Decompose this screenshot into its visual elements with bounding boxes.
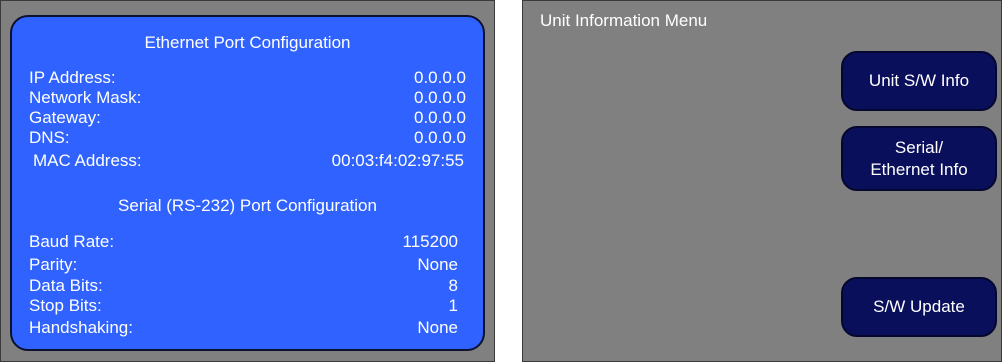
mac-address-row: MAC Address: 00:03:f4:02:97:55 xyxy=(33,151,464,171)
menu-title: Unit Information Menu xyxy=(540,11,708,30)
ethernet-section-title: Ethernet Port Configuration xyxy=(144,33,351,52)
parity-value: None xyxy=(417,255,458,274)
unit-sw-info-label: Unit S/W Info xyxy=(868,71,970,90)
baud-rate-row: Baud Rate: 115200 xyxy=(29,232,458,252)
unit-information-menu-screen: Unit Information Menu Unit S/W Info Seri… xyxy=(522,0,1002,362)
ip-address-label: IP Address: xyxy=(29,68,116,87)
network-mask-row: Network Mask: 0.0.0.0 xyxy=(29,88,466,108)
serial-ethernet-label-line2: Ethernet Info xyxy=(870,159,968,179)
serial-ethernet-label-line1: Serial/ xyxy=(894,137,944,157)
gateway-row: Gateway: 0.0.0.0 xyxy=(29,108,466,128)
network-mask-label: Network Mask: xyxy=(29,88,142,107)
data-bits-label: Data Bits: xyxy=(29,276,103,295)
serial-ethernet-info-button[interactable]: Serial/ Ethernet Info xyxy=(841,126,997,191)
serial-section-title: Serial (RS-232) Port Configuration xyxy=(118,196,377,215)
handshaking-label: Handshaking: xyxy=(29,318,133,337)
stop-bits-row: Stop Bits: 1 xyxy=(29,296,458,316)
handshaking-value: None xyxy=(417,318,458,337)
sw-update-label: S/W Update xyxy=(873,297,965,316)
baud-rate-label: Baud Rate: xyxy=(29,232,115,251)
ethernet-serial-config-screen: Ethernet Port Configuration IP Address: … xyxy=(0,0,495,362)
unit-sw-info-button[interactable]: Unit S/W Info xyxy=(841,51,997,111)
port-configuration-panel: Ethernet Port Configuration IP Address: … xyxy=(10,15,485,351)
data-bits-row: Data Bits: 8 xyxy=(29,276,458,296)
gateway-label: Gateway: xyxy=(29,108,101,127)
dns-label: DNS: xyxy=(29,128,70,147)
ip-address-row: IP Address: 0.0.0.0 xyxy=(29,68,466,88)
dns-row: DNS: 0.0.0.0 xyxy=(29,128,466,148)
gateway-value: 0.0.0.0 xyxy=(414,108,466,127)
parity-label: Parity: xyxy=(29,255,78,274)
ip-address-value: 0.0.0.0 xyxy=(414,68,466,87)
stop-bits-value: 1 xyxy=(448,296,458,315)
handshaking-row: Handshaking: None xyxy=(29,318,458,338)
mac-address-label: MAC Address: xyxy=(33,151,142,170)
data-bits-value: 8 xyxy=(448,276,458,295)
parity-row: Parity: None xyxy=(29,255,458,275)
stop-bits-label: Stop Bits: xyxy=(29,296,102,315)
dns-value: 0.0.0.0 xyxy=(414,128,466,147)
baud-rate-value: 115200 xyxy=(402,232,458,251)
sw-update-button[interactable]: S/W Update xyxy=(841,277,997,337)
network-mask-value: 0.0.0.0 xyxy=(414,88,466,107)
mac-address-value: 00:03:f4:02:97:55 xyxy=(331,151,464,170)
